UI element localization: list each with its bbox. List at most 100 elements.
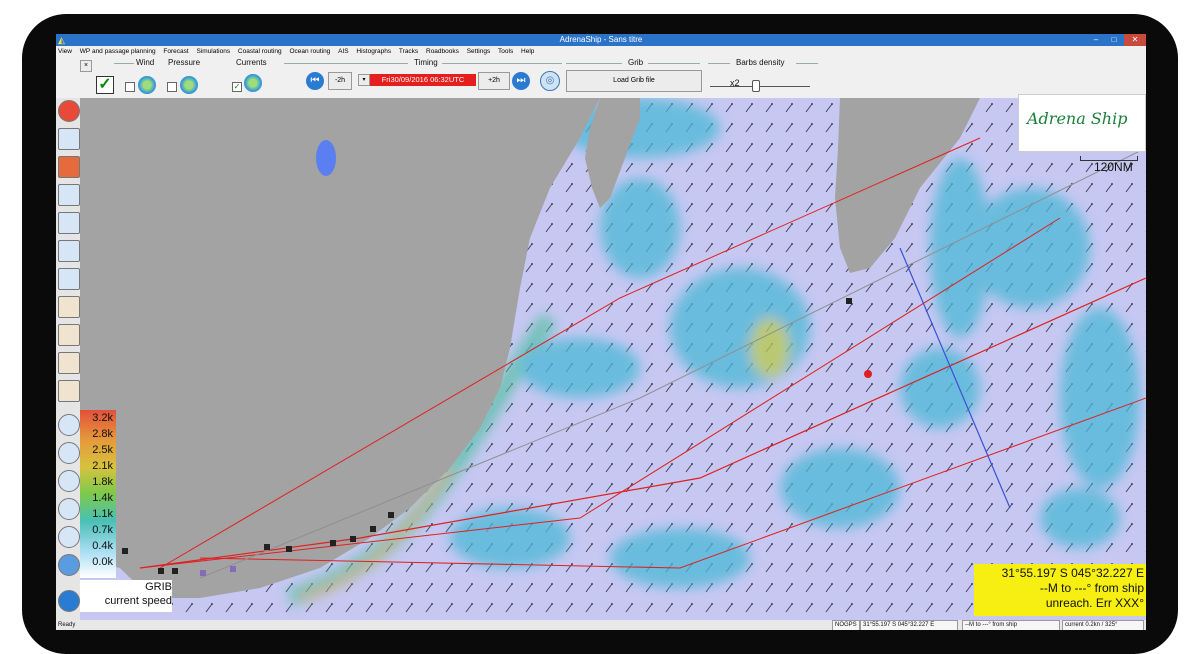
plus-2h-button[interactable]: +2h <box>478 72 510 90</box>
wind-checkbox[interactable] <box>125 82 135 92</box>
wind-settings-icon[interactable] <box>138 76 156 94</box>
menu-tracks[interactable]: Tracks <box>399 48 418 55</box>
bearing-tool-icon[interactable] <box>58 470 80 492</box>
date-dropdown-chevron-icon[interactable]: ▾ <box>358 74 370 86</box>
lake-icon <box>316 140 336 176</box>
ship-marker-icon[interactable] <box>864 370 872 378</box>
load-grib-button[interactable]: Load Grib file <box>566 70 702 92</box>
app-window: ◭ AdrenaShip - Sans titre – □ ✕ View WP … <box>56 34 1146 630</box>
menu-help[interactable]: Help <box>521 48 534 55</box>
waypoint-marker[interactable] <box>330 540 336 546</box>
route-tool-icon[interactable] <box>58 296 80 318</box>
lifebuoy-icon[interactable] <box>58 100 80 122</box>
pressure-settings-icon[interactable] <box>180 76 198 94</box>
weather-tool-icon[interactable] <box>58 268 80 290</box>
menu-wp-planning[interactable]: WP and passage planning <box>80 48 156 55</box>
zoom-out-icon[interactable] <box>58 554 80 576</box>
legend-tick: 0.7k <box>92 524 113 536</box>
barbs-group-line-left <box>708 63 730 64</box>
waypoint-marker[interactable] <box>172 568 178 574</box>
grib-label: Grib <box>628 58 644 67</box>
waypoint-marker[interactable] <box>286 546 292 552</box>
menu-forecast[interactable]: Forecast <box>163 48 188 55</box>
left-toolbar <box>56 98 80 623</box>
legend-caption-line1: GRIB <box>145 581 172 593</box>
waypoint-marker[interactable] <box>200 570 206 576</box>
current-speed-legend: 3.2k 2.8k 2.5k 2.1k 1.8k 1.4k 1.1k 0.7k … <box>80 410 116 578</box>
menu-settings[interactable]: Settings <box>467 48 491 55</box>
pressure-label: Pressure <box>168 58 201 67</box>
legend-caption: GRIB current speed <box>80 580 172 612</box>
chart-map[interactable] <box>80 98 1146 620</box>
pressure-checkbox[interactable] <box>167 82 177 92</box>
grib-group-line-right <box>648 63 700 64</box>
timing-group-line-right <box>442 63 562 64</box>
zoom-window-icon[interactable] <box>58 526 80 548</box>
overlay-enable-checkbox[interactable]: ✓ <box>96 76 114 94</box>
measure-tool-icon[interactable] <box>58 380 80 402</box>
currents-settings-icon[interactable] <box>244 74 262 92</box>
compass-tool-icon[interactable] <box>58 414 80 436</box>
menu-view[interactable]: View <box>58 48 72 55</box>
menu-ais[interactable]: AIS <box>338 48 348 55</box>
status-bar: Ready NOGPS 31°55.197 S 045°32.227 E --M… <box>56 620 1146 630</box>
currents-checkbox[interactable]: ✓ <box>232 82 242 92</box>
legend-tick: 3.2k <box>92 412 113 424</box>
maximize-button[interactable]: □ <box>1106 34 1122 46</box>
waypoint-marker[interactable] <box>230 566 236 572</box>
title-bar: ◭ AdrenaShip - Sans titre – □ ✕ <box>56 34 1146 46</box>
globe-tool-icon[interactable] <box>58 240 80 262</box>
graph-tool-icon[interactable] <box>58 184 80 206</box>
menu-simulations[interactable]: Simulations <box>197 48 231 55</box>
table-tool-icon[interactable] <box>58 212 80 234</box>
legend-tick: 1.4k <box>92 492 113 504</box>
waypoint-marker[interactable] <box>264 544 270 550</box>
legend-tick: 1.8k <box>92 476 113 488</box>
chart-tool-icon[interactable] <box>58 128 80 150</box>
menu-histographs[interactable]: Histographs <box>356 48 391 55</box>
barbs-density-slider[interactable] <box>710 86 810 87</box>
cursor-reach-status: unreach. Err XXX° <box>1045 596 1144 610</box>
waypoint-tool-icon[interactable] <box>58 352 80 374</box>
legend-tick: 2.8k <box>92 428 113 440</box>
cursor-coordinates: 31°55.197 S 045°32.227 E <box>1001 566 1144 580</box>
routing-tool-icon[interactable] <box>58 324 80 346</box>
menu-ocean-routing[interactable]: Ocean routing <box>289 48 330 55</box>
status-ready: Ready <box>58 622 76 628</box>
status-coordinates: 31°55.197 S 045°32.227 E <box>860 620 958 630</box>
cursor-position-box: 31°55.197 S 045°32.227 E --M to ---° fro… <box>974 564 1146 616</box>
page: ◭ AdrenaShip - Sans titre – □ ✕ View WP … <box>0 0 1200 654</box>
menu-coastal-routing[interactable]: Coastal routing <box>238 48 282 55</box>
zoom-in-icon[interactable] <box>58 590 80 612</box>
barbs-density-slider-thumb[interactable] <box>752 80 760 92</box>
timing-label: Timing <box>414 58 438 67</box>
forecast-date-field[interactable]: Fri30/09/2016 06:32UTC <box>370 74 476 86</box>
barbs-density-value: x2 <box>730 78 740 88</box>
waypoint-marker[interactable] <box>122 548 128 554</box>
next-step-icon[interactable]: ⏭ <box>512 72 530 90</box>
waypoint-marker[interactable] <box>388 512 394 518</box>
status-bearing: --M to ---° from ship <box>962 620 1060 630</box>
waypoint-marker[interactable] <box>350 536 356 542</box>
grid-tool-icon[interactable] <box>58 156 80 178</box>
previous-step-icon[interactable]: ⏮ <box>306 72 324 90</box>
window-title: AdrenaShip - Sans titre <box>559 35 643 44</box>
zoom-time-icon[interactable]: ◎ <box>540 71 560 91</box>
legend-tick: 2.1k <box>92 460 113 472</box>
map-canvas <box>80 98 1146 620</box>
minimize-button[interactable]: – <box>1088 34 1104 46</box>
close-panel-button[interactable]: × <box>80 60 92 72</box>
logo-text: Adrena Ship <box>1027 109 1128 128</box>
orientation-tool-icon[interactable] <box>58 498 80 520</box>
menu-roadbooks[interactable]: Roadbooks <box>426 48 459 55</box>
center-ship-icon[interactable] <box>58 442 80 464</box>
waypoint-marker[interactable] <box>370 526 376 532</box>
waypoint-marker[interactable] <box>846 298 852 304</box>
minus-2h-button[interactable]: -2h <box>328 72 352 90</box>
status-current: current 0.2kn / 325° <box>1062 620 1144 630</box>
menu-tools[interactable]: Tools <box>498 48 513 55</box>
close-button[interactable]: ✕ <box>1124 34 1146 46</box>
timing-group-line-left <box>284 63 408 64</box>
waypoint-marker[interactable] <box>158 568 164 574</box>
adrenaship-logo: Adrena Ship <box>1018 94 1146 152</box>
